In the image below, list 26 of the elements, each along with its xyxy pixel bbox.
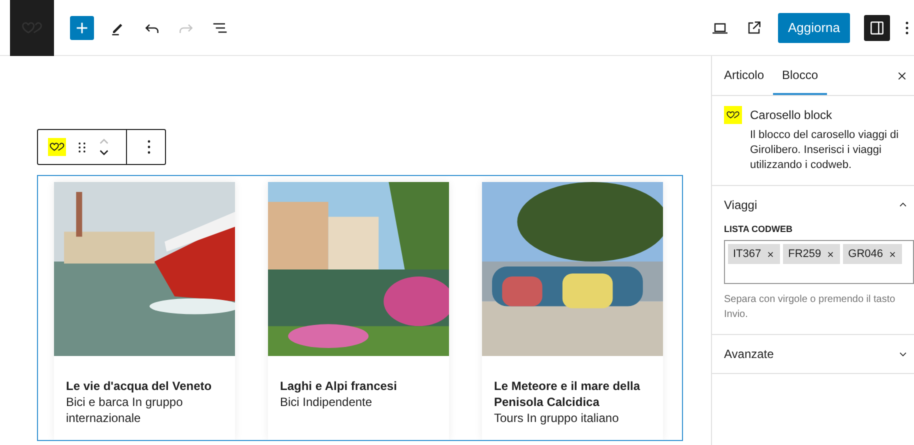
trip-card[interactable]: Le Meteore e il mare della Penisola Calcidica Tours In gruppo italiano: [482, 182, 663, 440]
update-button[interactable]: Aggiorna: [778, 12, 850, 42]
tags-field[interactable]: IT367 FR259 GR046: [724, 240, 914, 284]
remove-icon[interactable]: [826, 250, 836, 258]
trip-subtitle: Bici Indipendente: [280, 394, 374, 410]
panel-title[interactable]: Avanzate: [724, 347, 774, 361]
panel-title[interactable]: Viaggi: [724, 198, 758, 212]
field-label: LISTA CODWEB: [724, 224, 794, 234]
trip-subtitle: Bici e barca In gruppo internazionale: [66, 394, 184, 426]
block-description: Il blocco del carosello viaggi di Girolibero. Inserisci i viaggi utilizzando i codweb.: [750, 128, 900, 173]
trip-card[interactable]: Laghi e Alpi francesi Bici Indipendente: [268, 182, 449, 440]
remove-icon[interactable]: [888, 250, 898, 258]
block-name: Carosello block: [750, 108, 834, 122]
trip-title: Laghi e Alpi francesi: [280, 378, 398, 394]
carousel-block[interactable]: Le vie d'acqua del Veneto Bici e barca In gruppo internazionale Laghi e Alpi francesi Bici Indipendente Le Meteore e il mare della Penisola Calcidica Tours In gruppo italiano: [37, 175, 683, 441]
help-text: Separa con virgole o premendo il tasto Invio.: [724, 293, 896, 322]
sidebar-tab[interactable]: Articolo: [715, 56, 774, 95]
trip-card[interactable]: Le vie d'acqua del Veneto Bici e barca In gruppo internazionale: [54, 182, 235, 440]
trip-title: Le vie d'acqua del Veneto: [66, 378, 213, 394]
drag-handle-icon[interactable]: [78, 140, 86, 154]
trip-title: Le Meteore e il mare della Penisola Calcidica: [494, 378, 642, 410]
sidebar-tab[interactable]: Blocco: [773, 56, 828, 95]
add-block-button[interactable]: [70, 16, 94, 40]
sidebar-toggle-button[interactable]: [864, 14, 890, 40]
trip-subtitle: Tours In gruppo italiano: [494, 410, 620, 426]
remove-icon[interactable]: [766, 250, 776, 258]
